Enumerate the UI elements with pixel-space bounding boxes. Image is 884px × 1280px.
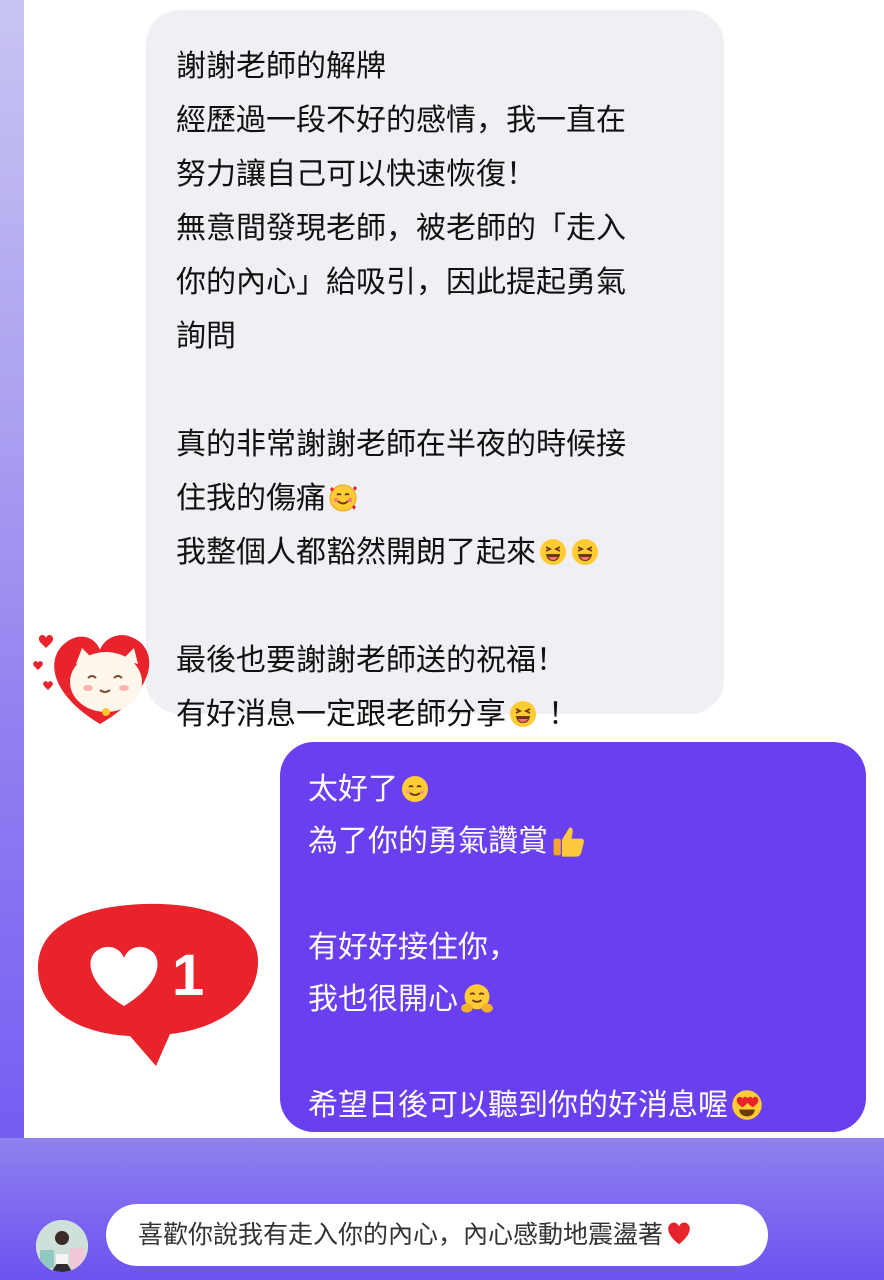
message-line-with-emoji: 我整個人都豁然開朗了起來 [176, 526, 716, 580]
message-line: 有好好接住你， [308, 930, 518, 965]
avatar[interactable] [36, 1220, 88, 1272]
message-line-text: 住我的傷痛 [176, 481, 326, 516]
sent-message-bubble: 太好了 為了你的勇氣讚賞 有好好接住你， 我也很開心 希望日後可以聽到你的好消息… [280, 742, 866, 1132]
message-line-text: 我也很開心 [308, 982, 458, 1017]
message-line-with-emoji: 為了你的勇氣讚賞 [308, 816, 858, 868]
message-line-text: 希望日後可以聽到你的好消息喔 [308, 1088, 728, 1123]
red-heart-emoji [668, 1222, 690, 1245]
user-avatar-image [36, 1220, 88, 1272]
hugging-face-emoji [461, 984, 493, 1013]
message-line-text: 太好了 [308, 772, 398, 807]
message-line-text: 有好消息一定跟老師分享 [176, 697, 506, 732]
message-line: 最後也要謝謝老師送的祝福！ [176, 643, 566, 678]
story-reply-bubble: 喜歡你說我有走入你的內心，內心感動地震盪著 [106, 1204, 768, 1266]
thumbs-up-emoji [553, 827, 584, 857]
message-line-with-emoji: 希望日後可以聽到你的好消息喔 [308, 1080, 858, 1132]
story-reply-text: 喜歡你說我有走入你的內心，內心感動地震盪著 [138, 1218, 693, 1252]
message-line: 努力讓自己可以快速恢復！ [176, 157, 536, 192]
message-line-text: 我整個人都豁然開朗了起來 [176, 535, 536, 570]
grinning-squinting-face-emoji [572, 539, 598, 565]
sent-message-text: 太好了 為了你的勇氣讚賞 有好好接住你， 我也很開心 希望日後可以聽到你的好消息… [308, 764, 858, 1132]
smiling-face-emoji [402, 776, 428, 802]
message-line-with-emoji: 我也很開心 [308, 974, 858, 1026]
message-line: 經歷過一段不好的感情，我一直在 [176, 103, 626, 138]
message-line: 謝謝老師的解牌 [176, 49, 386, 84]
grinning-squinting-face-emoji [540, 539, 566, 565]
message-line-text: ！ [548, 697, 578, 732]
smiling-face-with-hearts-emoji [329, 484, 357, 512]
message-line: 無意間發現老師，被老師的「走入 [176, 211, 626, 246]
like-count: 1 [172, 943, 205, 1008]
message-line-with-emoji: 住我的傷痛 [176, 472, 716, 526]
like-notification-badge [38, 903, 259, 1066]
message-line-with-emoji: 太好了 [308, 764, 858, 816]
message-line: 真的非常謝謝老師在半夜的時候接 [176, 427, 626, 462]
message-line-with-emoji: 有好消息一定跟老師分享 ！ [176, 688, 716, 742]
received-message-text: 謝謝老師的解牌 經歷過一段不好的感情，我一直在 努力讓自己可以快速恢復！ 無意間… [176, 40, 716, 742]
reply-text: 喜歡你說我有走入你的內心，內心感動地震盪著 [138, 1220, 664, 1249]
received-message-bubble: 謝謝老師的解牌 經歷過一段不好的感情，我一直在 努力讓自己可以快速恢復！ 無意間… [146, 10, 724, 732]
message-line: 你的內心」給吸引，因此提起勇氣 [176, 265, 626, 300]
heart-eyes-emoji [732, 1090, 762, 1120]
heart-cat-sticker [33, 635, 150, 724]
grinning-squinting-face-emoji [510, 701, 536, 727]
message-line-text: 為了你的勇氣讚賞 [308, 824, 548, 859]
message-line: 詢問 [176, 319, 236, 354]
